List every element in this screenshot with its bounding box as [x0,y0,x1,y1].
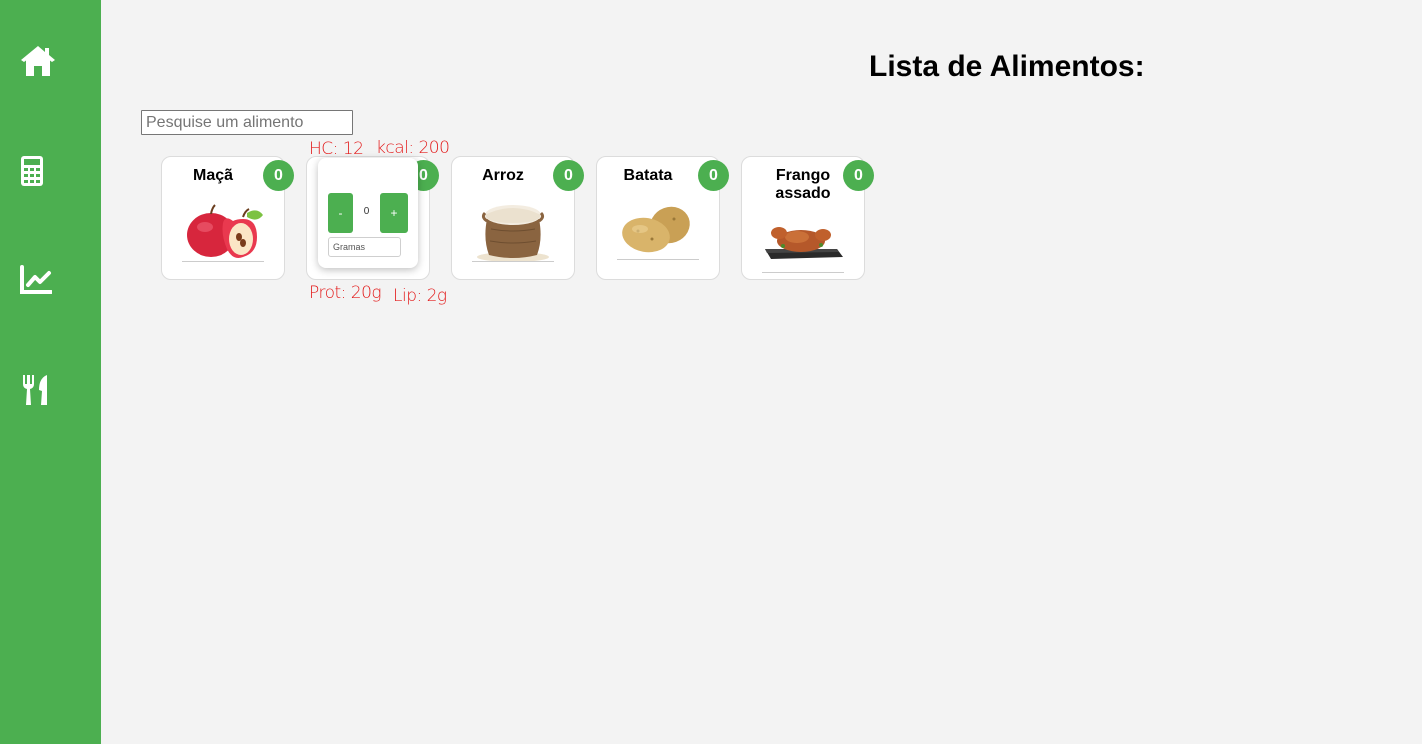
count-badge: 0 [553,160,584,191]
calculator-icon [21,156,43,186]
search-input[interactable] [141,110,353,135]
sidebar-item-meals[interactable] [0,360,101,420]
quantity-value: 0 [363,206,370,217]
home-icon [21,46,55,76]
count-badge: 0 [843,160,874,191]
lipid-annotation: Lip: 2g [393,286,447,306]
increment-button[interactable]: + [380,193,408,233]
chart-line-icon [20,265,52,294]
count-badge: 0 [698,160,729,191]
divider [617,259,699,260]
page-title: Lista de Alimentos: [869,50,1145,83]
utensils-icon [23,375,47,405]
sidebar [0,0,101,744]
divider [472,261,554,262]
kcal-annotation: kcal: 200 [376,138,450,158]
food-card-batata[interactable]: Batata 0 [596,156,729,280]
quantity-panel: - 0 + [318,158,418,268]
food-card-maca[interactable]: Maçã 0 [161,156,294,280]
grams-input[interactable] [328,237,401,257]
divider [182,261,264,262]
food-name: Frango assado [775,167,831,202]
sidebar-item-charts[interactable] [0,250,101,310]
decrement-button[interactable]: - [328,193,353,233]
roast-chicken-image [742,215,864,267]
food-name: Maçã [192,167,234,184]
potatoes-image [597,199,719,263]
apple-image [162,199,284,263]
rice-sack-image [452,199,574,263]
count-badge: 0 [263,160,294,191]
food-name: Arroz [482,167,524,184]
carbs-annotation: HC: 12 [309,139,364,159]
sidebar-item-home[interactable] [0,31,101,91]
protein-annotation: Prot: 20g [309,283,382,303]
food-name: Batata [623,167,673,184]
food-card-arroz[interactable]: Arroz 0 [451,156,584,280]
sidebar-item-calculator[interactable] [0,141,101,201]
divider [762,272,844,273]
food-card-frango-assado[interactable]: Frango assado 0 [741,156,874,280]
